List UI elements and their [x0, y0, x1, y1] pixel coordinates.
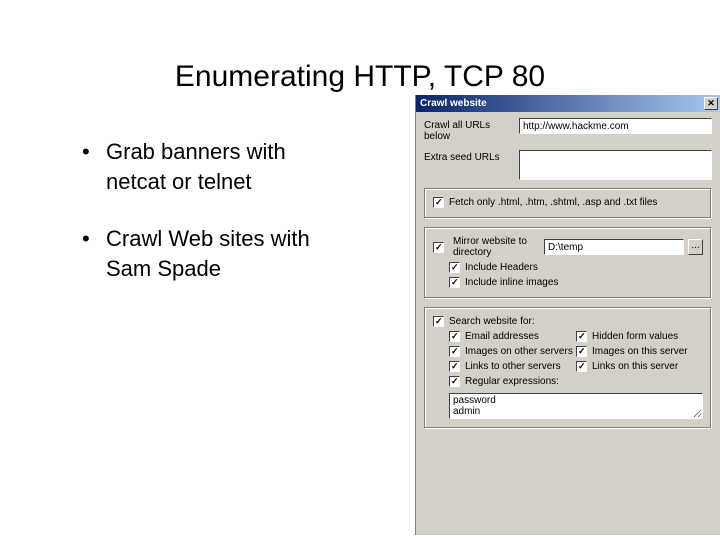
fetch-only-checkbox[interactable]: [433, 197, 444, 208]
search-website-checkbox[interactable]: [433, 316, 444, 327]
img-this-label: Images on this server: [592, 346, 688, 357]
crawl-url-label: Crawl all URLs below: [424, 118, 519, 142]
links-this-label: Links on this server: [592, 361, 678, 372]
slide-title: Enumerating HTTP, TCP 80: [0, 60, 720, 94]
include-images-label: Include inline images: [465, 277, 558, 288]
email-checkbox[interactable]: [449, 331, 460, 342]
dialog-titlebar: Crawl website ✕: [416, 95, 720, 112]
regex-label: Regular expressions:: [465, 376, 559, 387]
img-other-label: Images on other servers: [465, 346, 573, 357]
close-button[interactable]: ✕: [704, 97, 718, 110]
regex-checkbox[interactable]: [449, 376, 460, 387]
browse-button[interactable]: ...: [688, 239, 703, 255]
fetch-group: Fetch only .html, .htm, .shtml, .asp and…: [424, 188, 712, 219]
hidden-label: Hidden form values: [592, 331, 678, 342]
fetch-only-label: Fetch only .html, .htm, .shtml, .asp and…: [449, 197, 657, 208]
crawl-website-dialog: Crawl website ✕ Crawl all URLs below Ext…: [415, 95, 720, 535]
mirror-checkbox[interactable]: [433, 242, 444, 253]
mirror-group: Mirror website to directory ... Include …: [424, 227, 712, 299]
links-other-label: Links to other servers: [465, 361, 561, 372]
search-website-label: Search website for:: [449, 316, 535, 327]
dialog-body: Crawl all URLs below Extra seed URLs Fet…: [416, 112, 720, 435]
include-headers-checkbox[interactable]: [449, 262, 460, 273]
img-this-checkbox[interactable]: [576, 346, 587, 357]
include-headers-label: Include Headers: [465, 262, 538, 273]
dialog-title: Crawl website: [420, 98, 487, 109]
crawl-url-input[interactable]: [519, 118, 712, 134]
regex-input[interactable]: [449, 393, 703, 419]
include-images-checkbox[interactable]: [449, 277, 460, 288]
bullet-list: Grab banners with netcat or telnet Crawl…: [40, 137, 340, 312]
hidden-checkbox[interactable]: [576, 331, 587, 342]
bullet-item: Grab banners with netcat or telnet: [80, 137, 340, 196]
mirror-label: Mirror website to directory: [453, 236, 536, 258]
seed-url-label: Extra seed URLs: [424, 150, 519, 163]
seed-url-input[interactable]: [519, 150, 712, 180]
img-other-checkbox[interactable]: [449, 346, 460, 357]
search-group: Search website for: Email addresses Hidd…: [424, 307, 712, 429]
links-other-checkbox[interactable]: [449, 361, 460, 372]
links-this-checkbox[interactable]: [576, 361, 587, 372]
email-label: Email addresses: [465, 331, 539, 342]
mirror-path-input[interactable]: [544, 239, 684, 255]
bullet-item: Crawl Web sites with Sam Spade: [80, 224, 340, 283]
